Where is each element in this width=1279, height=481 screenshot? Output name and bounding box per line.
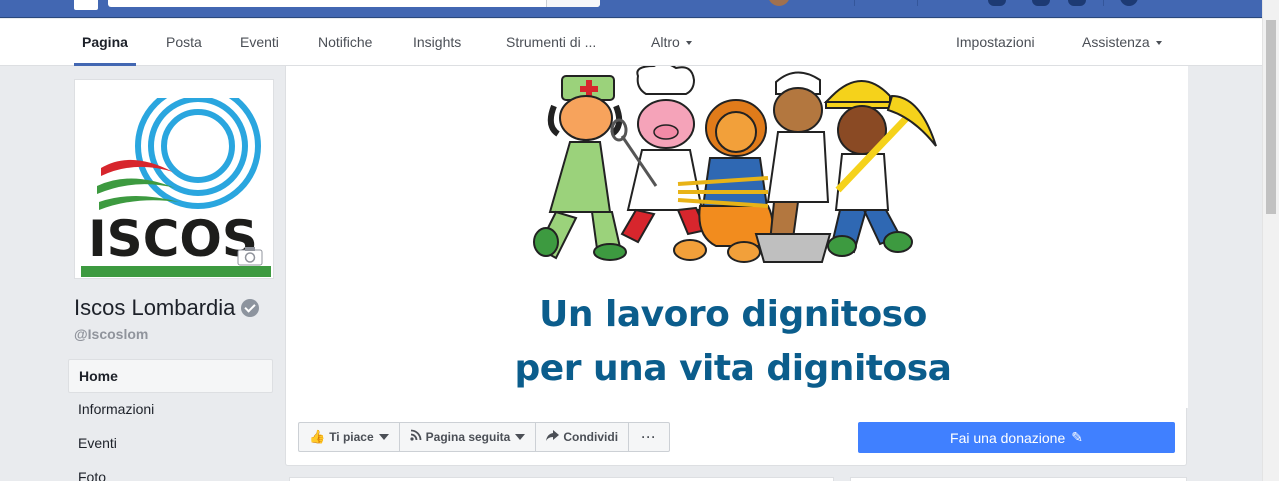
help-icon[interactable] [1120,0,1138,6]
tab-eventi[interactable]: Eventi [240,19,279,66]
cover-card: Un lavoro dignitoso per una vita dignito… [285,66,1188,466]
page-nav-bar: Pagina Posta Eventi Notifiche Insights S… [0,19,1262,66]
notifications-icon[interactable] [1068,0,1086,6]
rss-icon [410,423,422,451]
page-name[interactable]: Iscos Lombardia [74,295,260,321]
facebook-logo-icon[interactable] [74,0,98,10]
builder-figure [823,80,937,257]
page-actions: 👍 Ti piace Pagina seguita Condividi ··· [298,422,671,452]
friend-requests-icon[interactable] [988,0,1006,6]
tab-strumenti[interactable]: Strumenti di ... [506,19,596,66]
tab-altro[interactable]: Altro [651,19,692,66]
donate-button[interactable]: Fai una donazione ✎ [858,422,1175,453]
page-handle[interactable]: @Iscoslom [74,326,148,342]
leftnav-item-eventi[interactable]: Eventi [68,427,273,461]
donate-button-label: Fai una donazione [950,429,1066,446]
workers-illustration [533,66,937,263]
follow-button[interactable]: Pagina seguita [398,422,536,452]
search-input[interactable] [108,0,600,7]
chevron-down-icon [685,41,692,46]
pencil-icon: ✎ [1071,429,1083,445]
nurse-figure [533,75,627,261]
messenger-icon[interactable] [1032,0,1050,6]
chevron-down-icon [378,434,389,440]
follow-button-label: Pagina seguita [425,430,511,444]
leftnav-item-informazioni[interactable]: Informazioni [68,393,273,427]
scrollbar[interactable] [1262,0,1279,481]
camera-icon[interactable] [237,246,263,266]
like-button-label: Ti piace [329,430,374,444]
divider [854,0,855,6]
left-nav: Home Informazioni Eventi Foto [68,359,273,481]
cover-tagline-line1: Un lavoro dignitoso [539,294,927,335]
top-bar [0,0,1279,18]
cover-tagline-line2: per una vita dignitosa [514,348,952,389]
tab-pagina[interactable]: Pagina [74,19,136,66]
tab-impostazioni[interactable]: Impostazioni [956,19,1035,66]
cook-figure [610,66,708,244]
divider [1103,0,1104,6]
share-button-label: Condividi [563,430,619,444]
share-arrow-icon [546,423,560,451]
like-button[interactable]: 👍 Ti piace [298,422,399,452]
tab-assistenza[interactable]: Assistenza [1082,19,1162,66]
scrollbar-thumb[interactable] [1266,20,1276,214]
next-card-left [289,477,834,481]
leftnav-item-home[interactable]: Home [68,359,273,393]
divider [917,0,918,6]
leftnav-item-foto[interactable]: Foto [68,461,273,481]
verified-badge-icon [241,299,260,317]
cover-photo[interactable]: Un lavoro dignitoso per una vita dignito… [286,66,1188,408]
tab-altro-label: Altro [651,34,680,50]
more-button[interactable]: ··· [628,422,671,452]
search-button[interactable] [546,0,600,7]
baker-figure [754,71,832,263]
page-name-text: Iscos Lombardia [74,295,236,320]
tab-posta[interactable]: Posta [166,19,202,66]
chevron-down-icon [515,434,526,440]
chevron-down-icon [1155,41,1162,46]
profile-picture[interactable]: ISCOS [74,79,274,279]
share-button[interactable]: Condividi [535,422,629,452]
next-card-right [850,477,1187,481]
tab-assistenza-label: Assistenza [1082,34,1150,50]
thumbs-up-icon: 👍 [309,429,326,444]
logo-text: ISCOS [88,210,258,268]
user-avatar[interactable] [768,0,790,6]
tab-insights[interactable]: Insights [413,19,461,66]
tab-notifiche[interactable]: Notifiche [318,19,372,66]
